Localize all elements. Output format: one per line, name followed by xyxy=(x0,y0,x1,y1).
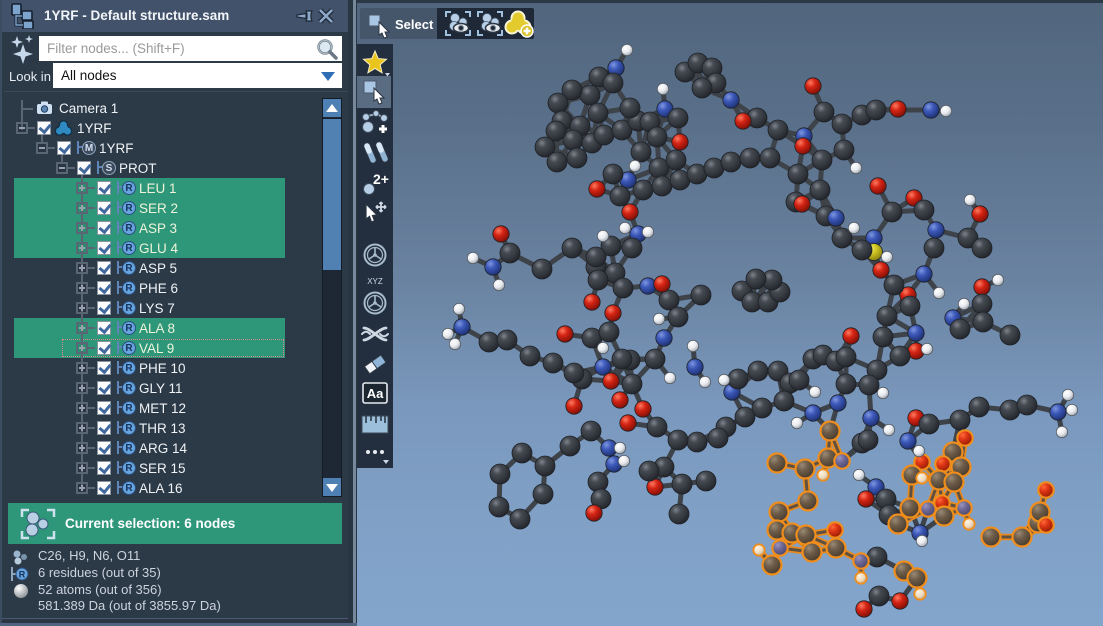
svg-text:2+: 2+ xyxy=(373,171,389,187)
svg-text:R: R xyxy=(19,570,26,580)
svg-text:Aa: Aa xyxy=(367,386,384,401)
svg-text:XYZ: XYZ xyxy=(367,277,383,286)
